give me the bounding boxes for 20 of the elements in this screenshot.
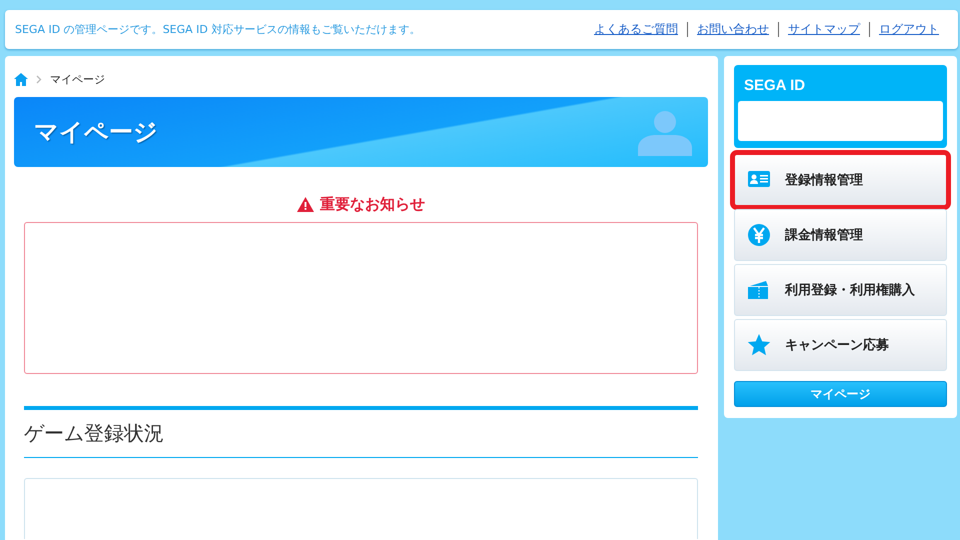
section-title: ゲーム登録状況 [24,420,164,447]
header-link[interactable]: ログアウト [870,21,948,38]
star-icon [747,333,771,357]
warning-icon [297,197,314,212]
header-link[interactable]: よくあるご質問 [585,21,687,38]
sidebar-menu-item[interactable]: キャンペーン応募 [734,319,947,371]
header-link[interactable]: サイトマップ [779,21,869,38]
person-silhouette-icon [638,108,692,156]
breadcrumb-item: マイページ [50,72,105,86]
yen-icon [747,223,771,247]
home-icon[interactable] [14,72,28,86]
ticket-icon [747,278,771,302]
sega-id-title: SEGA ID [743,77,806,94]
chevron-icon [36,74,42,84]
sidebar-menu-item[interactable]: 利用登録・利用権購入 [734,264,947,316]
header-message: SEGA ID の管理ページです。SEGA ID 対応サービスの情報もご覧いただけます。 [15,22,420,37]
header-link[interactable]: お問い合わせ [688,21,778,38]
notice-title: 重要なお知らせ [320,195,425,214]
banner-title: マイページ [34,117,158,148]
sidebar-menu-item[interactable]: 課金情報管理 [734,209,947,261]
